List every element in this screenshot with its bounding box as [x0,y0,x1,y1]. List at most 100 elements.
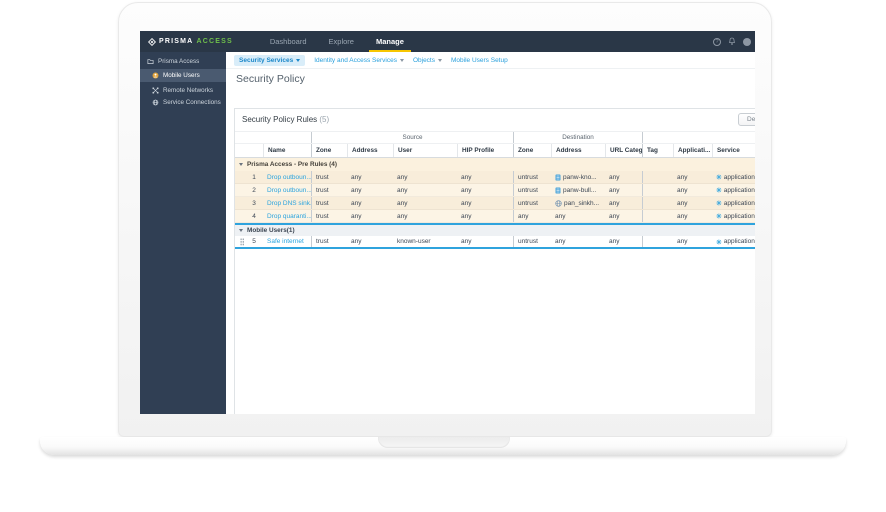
cell-user: any [397,186,408,194]
dest-address-text[interactable]: panw-bull... [563,187,596,194]
panel-header: Security Policy Rules (5) Delete [235,109,755,132]
security-policy-rules-panel: Security Policy Rules (5) Delete Source … [234,108,755,414]
cell-user: any [397,199,408,207]
col-header-dest-zone: Zone [513,144,551,157]
table-group-header-row: Source Destination [235,132,755,144]
cell-zone: trust [311,171,347,183]
collapse-chevron-icon[interactable] [239,229,243,232]
app-default-icon [716,187,722,193]
rule-name-link[interactable]: Drop quaranti... [263,210,311,222]
rule-number: 3 [252,199,256,207]
rule-name-link[interactable]: Drop outboun... [263,184,311,196]
main-content: Security Services Identity and Access Se… [226,52,755,414]
menu-label: Identity and Access Services [314,56,397,64]
bell-icon[interactable] [728,37,736,46]
top-nav: PRISMA ACCESS Dashboard Explore Manage ? [140,31,755,52]
cell-url-category: any [609,238,620,245]
service-connections-icon [152,99,159,105]
fqdn-icon [555,199,562,207]
chevron-down-icon [399,58,404,62]
menu-identity-access-services[interactable]: Identity and Access Services [314,57,404,64]
table-row: 5 Safe internet trust any known-user any… [235,236,755,249]
cell-application: any [677,173,688,181]
tab-dashboard[interactable]: Dashboard [259,31,318,52]
menu-label: Mobile Users Setup [451,56,508,64]
edl-icon [555,187,561,193]
rule-name-link[interactable]: Drop DNS sink... [263,197,311,209]
logo-text-access: ACCESS [196,38,233,45]
cell-zone: trust [311,197,347,209]
col-header-hip-profile: HIP Profile [457,144,513,157]
chevron-down-icon [296,58,301,62]
cell-address: any [351,173,362,181]
cell-dest-zone: any [513,210,551,222]
cell-service: application-de... [712,210,755,222]
sidebar-label: Prisma Access [158,57,200,65]
cell-address: any [351,199,362,207]
sidebar-item-prisma-access[interactable]: Prisma Access [140,55,226,67]
table-column-header-row: Name Zone Address User HIP Profile Zone … [235,144,755,158]
drag-handle[interactable] [235,236,245,247]
cell-application: any [677,212,688,220]
cell-tag [642,184,673,196]
sidebar-item-mobile-users[interactable]: Mobile Users [140,69,226,82]
cell-tag [642,236,673,247]
sidebar-item-remote-networks[interactable]: Remote Networks [140,84,226,96]
tab-manage[interactable]: Manage [365,31,415,52]
rule-count: (5) [319,115,330,124]
cell-dest-zone: untrust [513,197,551,209]
rule-name-link[interactable]: Safe internet [263,236,311,247]
page-title: Security Policy [236,73,305,85]
cell-tag [642,210,673,222]
cell-service: application-de... [712,171,755,183]
sidebar: Prisma Access Mobile Users Remote Networ… [140,52,226,414]
laptop-base [40,437,846,455]
dest-address-text[interactable]: panw-kno... [563,174,597,181]
cell-hip-profile: any [461,173,472,181]
table-row: 4 Drop quaranti... trust any any any any… [235,210,755,223]
menu-objects[interactable]: Objects [413,57,442,64]
col-header-application: Applicati... [673,144,712,157]
rule-name-link[interactable]: Drop outboun... [263,171,311,183]
col-header-dest-address: Address [551,144,605,157]
delete-button[interactable]: Delete [738,113,755,126]
cell-application: any [677,238,688,245]
section-row-mobile-users[interactable]: Mobile Users(1) [235,223,755,236]
prisma-access-logo: PRISMA ACCESS [148,37,233,46]
sidebar-label: Service Connections [163,98,221,106]
user-avatar-icon[interactable] [743,37,751,46]
menu-security-services[interactable]: Security Services [234,54,306,66]
help-icon[interactable]: ? [713,37,721,46]
cell-address: any [351,212,362,220]
cell-service: application-de... [712,184,755,196]
cell-user: any [397,173,408,181]
menu-mobile-users-setup[interactable]: Mobile Users Setup [451,57,508,64]
tab-explore[interactable]: Explore [318,31,365,52]
section-label: Prisma Access - Pre Rules (4) [247,161,337,168]
col-header-tag: Tag [642,144,673,157]
cell-application: any [677,186,688,194]
service-text: application-de... [723,199,755,207]
top-nav-icons: ? [713,37,751,46]
rule-number: 1 [252,173,256,181]
cell-hip-profile: any [461,186,472,194]
table-row: 2 Drop outboun... trust any any any untr… [235,184,755,197]
destination-group-header: Destination [513,132,642,143]
dest-address-text[interactable]: pan_sinkh... [564,200,599,207]
section-row-pre-rules[interactable]: Prisma Access - Pre Rules (4) [235,158,755,171]
folder-icon [147,58,154,64]
panel-title-text: Security Policy Rules [242,115,320,124]
collapse-chevron-icon[interactable] [239,163,243,166]
rule-number: 4 [252,212,256,220]
app-default-icon [716,213,722,219]
app-screen: PRISMA ACCESS Dashboard Explore Manage ? [140,31,755,414]
cell-hip-profile: any [461,238,472,245]
col-header-url-category: URL Category [605,144,642,157]
cell-tag [642,171,673,183]
sidebar-label: Mobile Users [163,72,200,79]
edl-icon [555,174,561,180]
cell-dest-address: panw-bull... [551,184,605,196]
menu-bar: Security Services Identity and Access Se… [226,52,755,69]
sidebar-item-service-connections[interactable]: Service Connections [140,96,226,108]
cell-url-category: any [609,186,620,194]
